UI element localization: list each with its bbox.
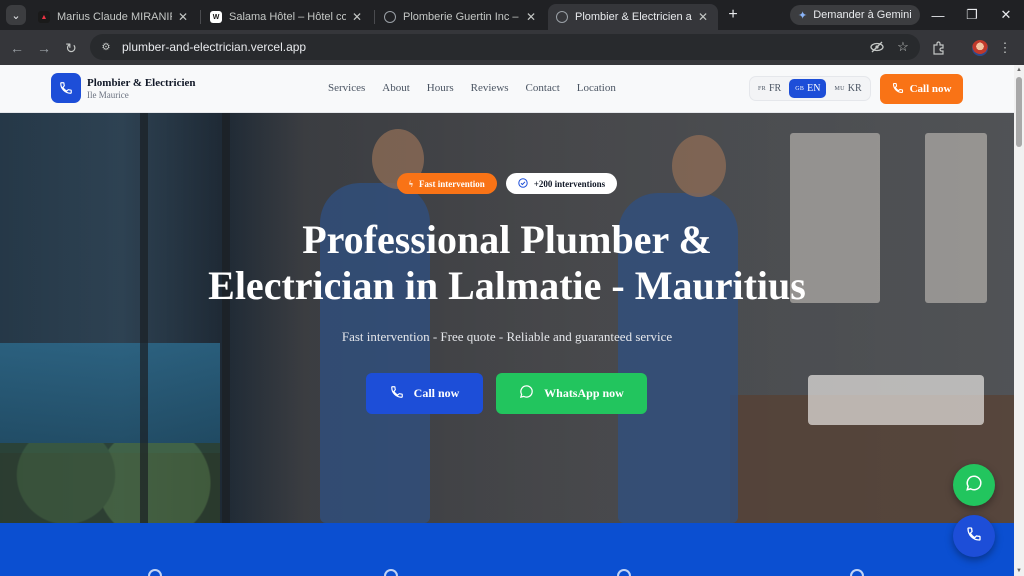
lightning-icon: ϟ — [408, 178, 413, 189]
phone-icon — [966, 526, 982, 547]
globe-icon — [556, 11, 568, 23]
scroll-down-arrow-icon[interactable]: ▼ — [1015, 567, 1023, 575]
interventions-count-badge: +200 interventions — [505, 173, 618, 194]
browser-tab-strip: ⌄ ▲ Marius Claude MIRANIRINA | ✕ W Salam… — [0, 0, 1024, 30]
address-bar[interactable]: ⚙ plumber-and-electrician.vercel.app ☆ — [90, 34, 920, 60]
tab-title: Plombier & Electricien a Lalma — [575, 11, 692, 23]
gemini-sparkle-icon: ✦ — [798, 9, 808, 22]
badge-label: +200 interventions — [533, 178, 606, 189]
scrollbar-thumb[interactable] — [1016, 77, 1022, 147]
phone-icon — [390, 385, 404, 403]
bookmark-star-icon[interactable]: ☆ — [894, 38, 912, 56]
floating-call-button[interactable] — [953, 515, 995, 557]
language-option-en[interactable]: GB EN — [789, 79, 827, 98]
floating-whatsapp-button[interactable] — [953, 464, 995, 506]
hero-title-line1: Professional Plumber & — [302, 217, 712, 262]
nav-link-contact[interactable]: Contact — [526, 82, 560, 94]
close-tab-icon[interactable]: ✕ — [176, 10, 190, 24]
reload-icon[interactable]: ↻ — [61, 38, 81, 58]
nav-link-hours[interactable]: Hours — [427, 82, 454, 94]
brand-subtitle: Ile Maurice — [87, 90, 129, 100]
services-band — [0, 523, 1014, 576]
tab-separator — [200, 10, 201, 24]
restore-icon[interactable]: ❐ — [961, 4, 983, 26]
new-tab-button[interactable]: + — [724, 6, 742, 24]
hero-photo-sink — [808, 375, 984, 425]
language-option-fr[interactable]: FR FR — [752, 79, 787, 98]
tab-title: Marius Claude MIRANIRINA | — [57, 11, 172, 23]
tab-title: Plomberie Guertin Inc – Plomb — [403, 11, 520, 23]
close-tab-icon[interactable]: ✕ — [524, 10, 538, 24]
tab-title: Salama Hôtel – Hôtel confortab — [229, 11, 346, 23]
back-arrow-icon[interactable]: ← — [7, 38, 27, 58]
page-viewport: ϟ Fast intervention +200 interventions P… — [0, 65, 1014, 576]
gemini-label: Demander à Gemini — [813, 9, 912, 21]
extensions-puzzle-icon[interactable] — [929, 38, 949, 58]
language-label: FR — [768, 83, 782, 94]
hero-section: ϟ Fast intervention +200 interventions P… — [0, 113, 1014, 523]
site-header: Plombier & Electricien Ile Maurice Servi… — [0, 65, 1014, 113]
tab-separator — [374, 10, 375, 24]
header-call-button[interactable]: Call now — [880, 74, 963, 104]
flag-code: FR — [758, 85, 766, 92]
nav-link-reviews[interactable]: Reviews — [471, 82, 509, 94]
nav-link-services[interactable]: Services — [328, 82, 365, 94]
whatsapp-icon — [965, 474, 983, 497]
browser-tab-4-active[interactable]: Plombier & Electricien a Lalma ✕ — [548, 4, 718, 30]
scroll-up-arrow-icon[interactable]: ▲ — [1015, 66, 1023, 74]
badge-label: Fast intervention — [419, 178, 485, 189]
check-circle-icon — [518, 177, 528, 190]
brand-logo-phone-icon[interactable] — [51, 73, 81, 103]
close-window-icon[interactable]: ✕ — [995, 4, 1017, 26]
language-option-kr[interactable]: MU KR — [828, 79, 867, 98]
close-tab-icon[interactable]: ✕ — [696, 10, 710, 24]
service-icon — [850, 569, 864, 576]
forward-arrow-icon[interactable]: → — [34, 38, 54, 58]
url-text: plumber-and-electrician.vercel.app — [122, 40, 307, 54]
nav-link-about[interactable]: About — [382, 82, 410, 94]
flag-code: MU — [834, 85, 845, 92]
hero-photo-trees — [0, 443, 220, 523]
close-tab-icon[interactable]: ✕ — [350, 10, 364, 24]
more-menu-icon[interactable]: ⋮ — [995, 38, 1015, 58]
eye-slash-icon[interactable] — [868, 38, 886, 56]
browser-tab-2[interactable]: W Salama Hôtel – Hôtel confortab ✕ — [202, 4, 372, 30]
gemini-button[interactable]: ✦ Demander à Gemini — [790, 5, 920, 25]
service-icon — [148, 569, 162, 576]
favicon-icon: W — [210, 11, 222, 23]
flag-code: GB — [795, 85, 805, 92]
header-call-label: Call now — [909, 83, 952, 95]
service-icon — [617, 569, 631, 576]
hero-title-line2: Electrician in Lalmatie - Mauritius — [208, 263, 806, 308]
hero-title: Professional Plumber & Electrician in La… — [0, 217, 1014, 309]
language-label: EN — [807, 83, 821, 94]
site-info-tune-icon[interactable]: ⚙ — [98, 39, 114, 55]
browser-toolbar: ← → ↻ ⚙ plumber-and-electrician.vercel.a… — [0, 30, 1024, 65]
main-nav: Services About Hours Reviews Contact Loc… — [328, 82, 633, 94]
brand-name[interactable]: Plombier & Electricien — [87, 77, 196, 89]
browser-tab-3[interactable]: Plomberie Guertin Inc – Plomb ✕ — [376, 4, 546, 30]
hero-call-label: Call now — [413, 386, 460, 400]
globe-icon — [384, 11, 396, 23]
page-scrollbar[interactable]: ▲ ▼ — [1014, 65, 1024, 576]
favicon-icon: ▲ — [38, 11, 50, 23]
whatsapp-icon — [519, 384, 534, 403]
fast-intervention-badge: ϟ Fast intervention — [396, 173, 497, 194]
hero-whatsapp-button[interactable]: WhatsApp now — [496, 373, 647, 414]
minimize-icon[interactable]: — — [927, 4, 949, 26]
profile-avatar-icon[interactable] — [970, 38, 990, 58]
hero-call-button[interactable]: Call now — [366, 373, 483, 414]
hero-subtitle: Fast intervention - Free quote - Reliabl… — [341, 329, 673, 344]
hero-badges: ϟ Fast intervention +200 interventions — [0, 173, 1014, 194]
service-icon — [384, 569, 398, 576]
browser-tab-1[interactable]: ▲ Marius Claude MIRANIRINA | ✕ — [30, 4, 198, 30]
language-switcher: FR FR GB EN MU KR — [749, 76, 871, 101]
nav-link-location[interactable]: Location — [577, 82, 616, 94]
hero-photo-sea — [0, 343, 220, 453]
language-label: KR — [847, 83, 862, 94]
phone-icon — [892, 82, 904, 97]
tab-search-chevron-icon[interactable]: ⌄ — [6, 5, 26, 25]
hero-whatsapp-label: WhatsApp now — [544, 386, 624, 400]
